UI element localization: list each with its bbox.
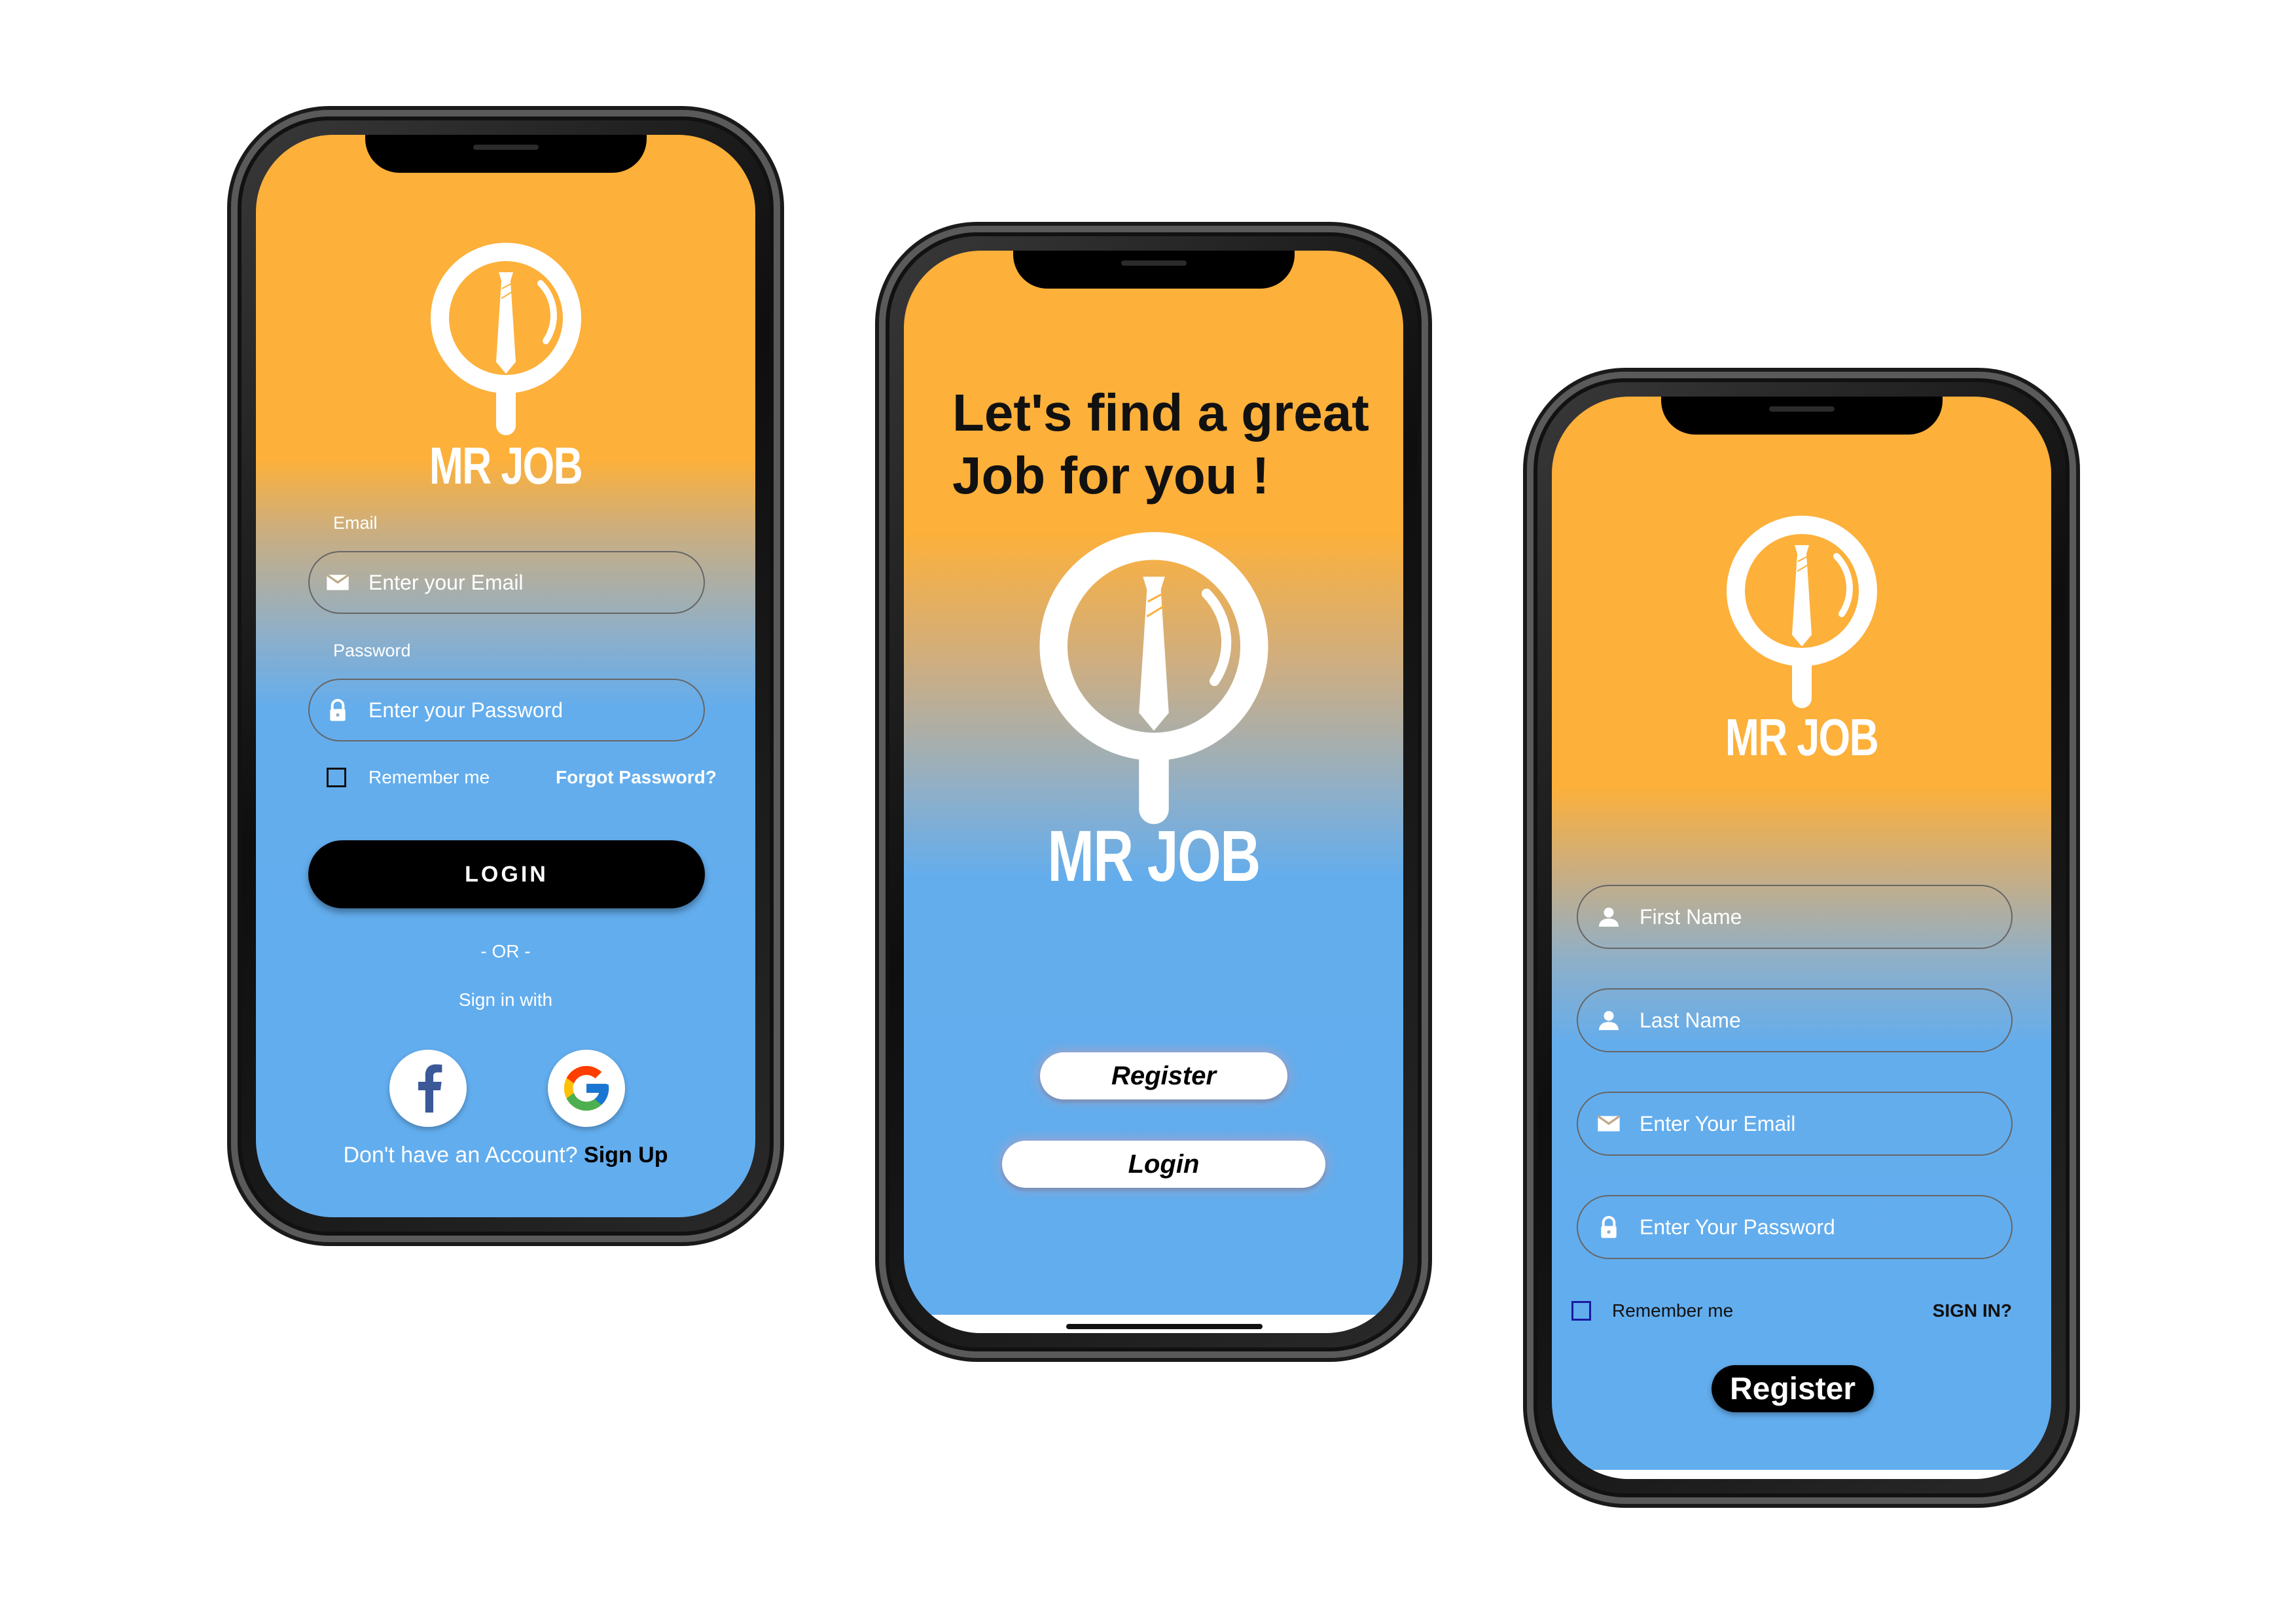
person-icon (1595, 903, 1623, 931)
magnifier-tie-logo (1727, 516, 1877, 712)
google-button[interactable] (548, 1050, 625, 1127)
no-account-text: Don't have an Account? (343, 1143, 578, 1168)
first-name-placeholder: First Name (1640, 904, 1742, 929)
facebook-button[interactable] (389, 1050, 467, 1127)
notch (1013, 251, 1295, 289)
password-field[interactable]: Enter Your Password (1577, 1195, 2013, 1259)
password-label: Password (333, 641, 411, 660)
brand-name: MR JOB (1047, 816, 1261, 897)
phone-login: MR JOB Email Enter your Email Password E… (231, 110, 780, 1242)
remember-checkbox[interactable] (327, 768, 346, 787)
phone-register: MR JOB First Name Last Name Enter Your E… (1527, 372, 2076, 1504)
brand-name: MR JOB (1725, 708, 1879, 766)
login-button[interactable]: Login (1002, 1141, 1325, 1188)
register-button[interactable]: Register (1040, 1052, 1287, 1099)
facebook-icon (418, 1064, 442, 1113)
phone-welcome: Let's find a great Job for you ! MR JOB … (879, 226, 1428, 1358)
signup-row: Don't have an Account? Sign Up (256, 1143, 755, 1168)
email-field[interactable]: Enter Your Email (1577, 1092, 2013, 1156)
remember-label: Remember me (368, 767, 490, 787)
person-icon (1595, 1007, 1623, 1034)
password-field[interactable]: Enter your Password (308, 679, 705, 741)
login-screen: MR JOB Email Enter your Email Password E… (256, 135, 755, 1217)
google-icon (564, 1065, 609, 1111)
remember-checkbox[interactable] (1571, 1301, 1591, 1321)
email-placeholder: Enter your Email (368, 570, 524, 594)
login-button[interactable]: LOGIN (308, 840, 705, 908)
password-placeholder: Enter your Password (368, 698, 564, 722)
email-field[interactable]: Enter your Email (308, 551, 705, 614)
home-indicator[interactable] (1066, 1324, 1263, 1329)
mail-icon (1595, 1110, 1623, 1137)
email-label: Email (333, 513, 378, 533)
forgot-password-link[interactable]: Forgot Password? (556, 767, 717, 788)
magnifier-tie-logo (431, 243, 581, 439)
bottom-white-strip (1552, 1470, 2051, 1479)
or-divider: - OR - (480, 941, 531, 961)
mail-icon (324, 569, 351, 596)
notch (1660, 397, 1943, 435)
first-name-field[interactable]: First Name (1577, 885, 2013, 949)
last-name-placeholder: Last Name (1640, 1008, 1741, 1032)
lock-icon (324, 696, 351, 724)
headline: Let's find a great Job for you ! (952, 382, 1369, 507)
password-placeholder: Enter Your Password (1640, 1215, 1835, 1239)
register-button[interactable]: Register (1712, 1365, 1874, 1412)
brand-name: MR JOB (429, 437, 583, 495)
lock-icon (1595, 1213, 1623, 1241)
magnifier-tie-logo (1031, 532, 1276, 832)
sign-in-link[interactable]: SIGN IN? (1933, 1300, 2012, 1321)
notch (365, 135, 647, 173)
welcome-screen: Let's find a great Job for you ! MR JOB … (904, 251, 1403, 1333)
last-name-field[interactable]: Last Name (1577, 988, 2013, 1052)
headline-line-2: Job for you ! (952, 446, 1270, 505)
sign-up-link[interactable]: Sign Up (584, 1143, 668, 1168)
headline-line-1: Let's find a great (952, 383, 1369, 442)
remember-label: Remember me (1612, 1300, 1734, 1321)
email-placeholder: Enter Your Email (1640, 1111, 1796, 1135)
sign-in-with-label: Sign in with (458, 990, 553, 1010)
register-screen: MR JOB First Name Last Name Enter Your E… (1552, 397, 2051, 1479)
